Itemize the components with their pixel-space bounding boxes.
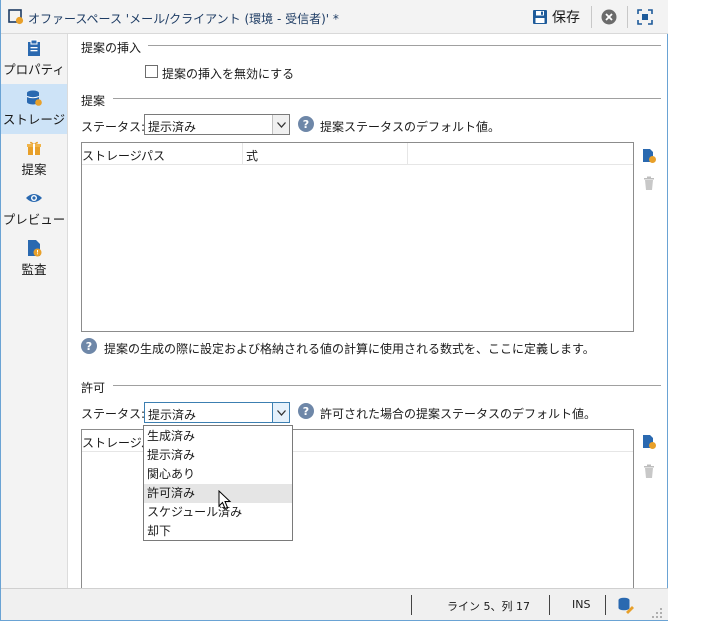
floppy-disk-icon <box>533 10 547 24</box>
section-title-proposal: 提案 <box>81 94 106 108</box>
permit-status-value: 提示済み <box>148 408 197 422</box>
offer-space-window: オファースペース 'メール/クライアント (環境 - 受信者)' * 保存 プロ… <box>0 0 668 621</box>
eye-icon <box>26 194 42 202</box>
maximize-icon[interactable] <box>637 9 653 25</box>
sidebar-item-preview[interactable]: プレビュー <box>1 184 67 234</box>
dropdown-option-generated[interactable]: 生成済み <box>144 427 292 446</box>
trash-icon[interactable] <box>641 463 657 479</box>
mouse-cursor-icon <box>218 490 232 510</box>
section-title-insert: 提案の挿入 <box>81 41 142 55</box>
sidebar-item-label: 監査 <box>21 262 47 277</box>
save-label: 保存 <box>552 10 580 26</box>
permit-status-help: 許可された場合の提案ステータスのデフォルト値。 <box>320 407 597 421</box>
column-header-expression[interactable]: 式 <box>246 147 258 164</box>
chevron-down-icon[interactable] <box>272 115 289 134</box>
title-bar: オファースペース 'メール/クライアント (環境 - 受信者)' * 保存 <box>1 0 668 34</box>
proposal-help-text: 提案の生成の際に設定および格納される値の計算に使用される数式を、ここに定義します… <box>104 342 595 356</box>
sidebar-item-properties[interactable]: プロパティ <box>1 34 67 84</box>
sidebar-item-label: ストレージ <box>2 112 66 127</box>
proposal-status-label: ステータス: <box>81 120 146 134</box>
sidebar-item-storage[interactable]: ストレージ <box>1 84 67 134</box>
sidebar: プロパティ ストレージ 提案 プレビュー 監査 <box>1 34 68 588</box>
cursor-position: ライン 5、列 17 <box>447 600 530 613</box>
resize-grip-icon[interactable] <box>651 607 663 619</box>
close-icon[interactable] <box>601 9 617 25</box>
section-divider <box>148 45 661 46</box>
database-edit-icon[interactable] <box>617 596 635 614</box>
proposal-status-help: 提案ステータスのデフォルト値。 <box>320 120 501 134</box>
permit-status-select[interactable]: 提示済み <box>144 402 290 423</box>
gift-icon <box>27 141 41 155</box>
clipboard-icon <box>28 39 40 56</box>
dropdown-option-interested[interactable]: 関心あり <box>144 465 292 484</box>
sidebar-item-label: プレビュー <box>2 212 66 227</box>
audit-icon <box>28 240 42 257</box>
offer-space-icon <box>8 9 24 25</box>
trash-icon[interactable] <box>641 175 657 191</box>
section-divider <box>113 98 661 99</box>
database-icon <box>26 90 42 106</box>
proposal-status-value: 提示済み <box>148 120 197 134</box>
add-item-icon[interactable] <box>641 148 657 164</box>
sidebar-item-proposal[interactable]: 提案 <box>1 134 67 184</box>
column-header-storage-path[interactable]: ストレージパス <box>82 147 165 164</box>
section-title-permit: 許可 <box>81 381 106 395</box>
save-button[interactable]: 保存 <box>529 6 583 28</box>
disable-insert-checkbox[interactable] <box>145 65 158 78</box>
help-icon: ? <box>298 116 314 132</box>
section-divider <box>113 385 661 386</box>
insert-mode: INS <box>572 598 591 611</box>
grid-header: ストレージパス 式 <box>82 143 633 165</box>
sidebar-item-audit[interactable]: 監査 <box>1 234 67 284</box>
permit-status-dropdown[interactable]: 生成済み 提示済み 関心あり 許可済み スケジュール済み 却下 <box>143 425 293 541</box>
add-item-icon[interactable] <box>641 434 657 450</box>
toolbar-separator <box>627 6 628 28</box>
sidebar-item-label: 提案 <box>21 162 47 177</box>
proposal-storage-grid[interactable]: ストレージパス 式 <box>81 142 634 332</box>
dropdown-option-presented[interactable]: 提示済み <box>144 446 292 465</box>
window-title: オファースペース 'メール/クライアント (環境 - 受信者)' * <box>28 12 339 26</box>
chevron-down-icon[interactable] <box>272 403 289 422</box>
disable-insert-label: 提案の挿入を無効にする <box>162 67 295 81</box>
toolbar-separator <box>591 6 592 28</box>
status-bar: ライン 5、列 17 INS <box>1 588 668 620</box>
proposal-status-select[interactable]: 提示済み <box>144 114 290 135</box>
sidebar-item-label: プロパティ <box>3 62 65 77</box>
help-icon: ? <box>81 338 97 354</box>
permit-status-label: ステータス: <box>81 407 146 421</box>
dropdown-option-rejected[interactable]: 却下 <box>144 522 292 541</box>
help-icon: ? <box>298 403 314 419</box>
